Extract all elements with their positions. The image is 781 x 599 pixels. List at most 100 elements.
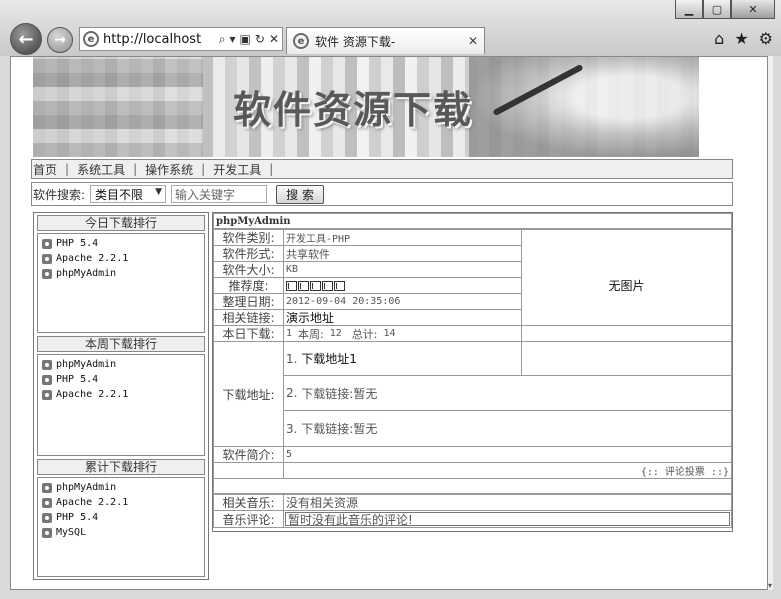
list-item-label: phpMyAdmin [56,359,117,370]
rank-total: 累计下载排行 phpMyAdmin Apache 2.2.1 PHP 5.4 M… [37,459,205,577]
search-button[interactable]: 搜 索 [276,184,325,204]
download-num: 1. [286,351,298,366]
rating-value [283,277,522,294]
nav-separator: | [65,162,70,176]
rank-total-list: phpMyAdmin Apache 2.2.1 PHP 5.4 MySQL [37,477,205,577]
close-tab-icon[interactable]: ✕ [468,34,478,48]
category-select[interactable]: 类目不限 ▼ [90,185,167,203]
nav-item-system-tools[interactable]: 系统工具 [77,161,125,178]
rating-star-icon [298,280,309,291]
date-value: 2012-09-04 20:35:06 [283,293,522,310]
list-item[interactable]: Apache 2.2.1 [42,387,200,402]
pen-decoration [492,63,584,117]
total-label: 总计: [351,327,378,341]
gear-icon [42,527,52,538]
download-text[interactable]: 下载地址1 [301,350,357,367]
download-label: 下载地址: [213,341,284,447]
stop-icon[interactable]: ✕ [269,32,279,47]
category-select-value: 类目不限 [95,187,144,202]
address-bar[interactable]: e http://localhost ⌕ ▾ ▣ ↻ ✕ [79,27,283,51]
nav-item-os[interactable]: 操作系统 [145,161,193,178]
url-text[interactable]: http://localhost [103,32,215,47]
ie-icon: e [83,31,99,47]
window-close-button[interactable]: ✕ [731,0,775,19]
page-viewport: 软件资源下载 首页 | 系统工具 | 操作系统 | 开发工具 | 软件搜索: 类… [10,56,768,590]
nav-separator: | [201,162,206,176]
back-button[interactable]: ← [10,23,42,55]
main-nav: 首页 | 系统工具 | 操作系统 | 开发工具 | [31,159,733,179]
list-item-label: phpMyAdmin [56,268,117,279]
list-item[interactable]: PHP 5.4 [42,372,200,387]
download-text: 下载链接:暂无 [301,386,378,401]
arrow-left-icon: ← [18,28,34,50]
browser-toolbar-right: ⌂ ★ ⚙ [714,29,773,48]
download-extra-cell [521,341,732,376]
link-label: 相关链接: [213,309,284,326]
gear-icon [42,268,52,279]
ie-icon: e [293,33,309,49]
list-item[interactable]: phpMyAdmin [42,266,200,281]
search-bar: 软件搜索: 类目不限 ▼ 输入关键字 搜 索 [31,182,733,206]
empty-cell [213,462,284,479]
list-item[interactable]: Apache 2.2.1 [42,495,200,510]
maximize-button[interactable]: ▢ [703,0,731,19]
nav-item-home[interactable]: 首页 [33,161,57,178]
address-tools: ⌕ ▾ ▣ ↻ ✕ [219,32,279,47]
list-item[interactable]: Apache 2.2.1 [42,251,200,266]
list-item-label: Apache 2.2.1 [56,497,129,508]
list-item[interactable]: PHP 5.4 [42,236,200,251]
gear-icon [42,253,52,264]
gear-icon [42,389,52,400]
rank-total-title: 累计下载排行 [37,459,205,475]
list-item[interactable]: MySQL [42,525,200,540]
list-item[interactable]: phpMyAdmin [42,480,200,495]
list-item-label: Apache 2.2.1 [56,253,129,264]
demo-link[interactable]: 演示地址 [283,309,522,326]
music-label: 相关音乐: [213,494,284,511]
chevron-down-icon: ▼ [155,187,163,197]
intro-value: 5 [283,446,732,463]
rank-week: 本周下载排行 phpMyAdmin PHP 5.4 Apache 2.2.1 [37,336,205,456]
list-item[interactable]: phpMyAdmin [42,357,200,372]
list-item-label: MySQL [56,527,87,538]
rank-week-title: 本周下载排行 [37,336,205,352]
banner-title: 软件资源下载 [233,88,474,132]
gear-icon [42,482,52,493]
scroll-down-icon[interactable]: ▾ [768,581,772,590]
keyword-input[interactable]: 输入关键字 [171,185,268,203]
browser-chrome: ▁ ▢ ✕ ← → e http://localhost ⌕ ▾ ▣ ↻ ✕ e… [0,0,781,56]
list-item[interactable]: PHP 5.4 [42,510,200,525]
software-name: phpMyAdmin [213,213,732,229]
rank-today-list: PHP 5.4 Apache 2.2.1 phpMyAdmin [37,233,205,333]
form-value: 共享软件 [283,245,522,262]
refresh-icon[interactable]: ↻ [255,32,265,47]
download-link-1[interactable]: 1. 下载地址1 [283,341,522,376]
gear-icon[interactable]: ⚙ [759,29,773,48]
minimize-button[interactable]: ▁ [675,0,703,19]
forward-button[interactable]: → [47,27,73,53]
form-label: 软件形式: [213,245,284,262]
window-controls: ▁ ▢ ✕ [675,0,775,19]
nav-item-dev-tools[interactable]: 开发工具 [213,161,261,178]
chevron-down-icon[interactable]: ▾ [230,32,236,47]
favorites-star-icon[interactable]: ★ [734,29,748,48]
tab-active[interactable]: e 软件 资源下载- ✕ [286,27,485,54]
gear-icon [42,512,52,523]
date-label: 整理日期: [213,293,284,310]
compat-view-icon[interactable]: ▣ [240,32,251,47]
size-label: 软件大小: [213,261,284,278]
rating-label: 推荐度: [213,277,284,294]
week-count: 12 [329,328,342,339]
intro-label: 软件简介: [213,446,284,463]
gear-icon [42,238,52,249]
rank-today: 今日下载排行 PHP 5.4 Apache 2.2.1 phpMyAdmin [37,215,205,333]
comment-vote-link[interactable]: {:: 评论投票 ::} [283,462,732,479]
tab-title: 软件 资源下载- [315,34,396,49]
arrow-right-icon: → [54,32,66,48]
spacer-row [213,478,732,494]
home-icon[interactable]: ⌂ [714,29,724,48]
music-value: 没有相关资源 [283,494,732,511]
search-icon[interactable]: ⌕ [219,32,226,47]
rank-today-title: 今日下载排行 [37,215,205,231]
list-item-label: PHP 5.4 [56,374,99,385]
